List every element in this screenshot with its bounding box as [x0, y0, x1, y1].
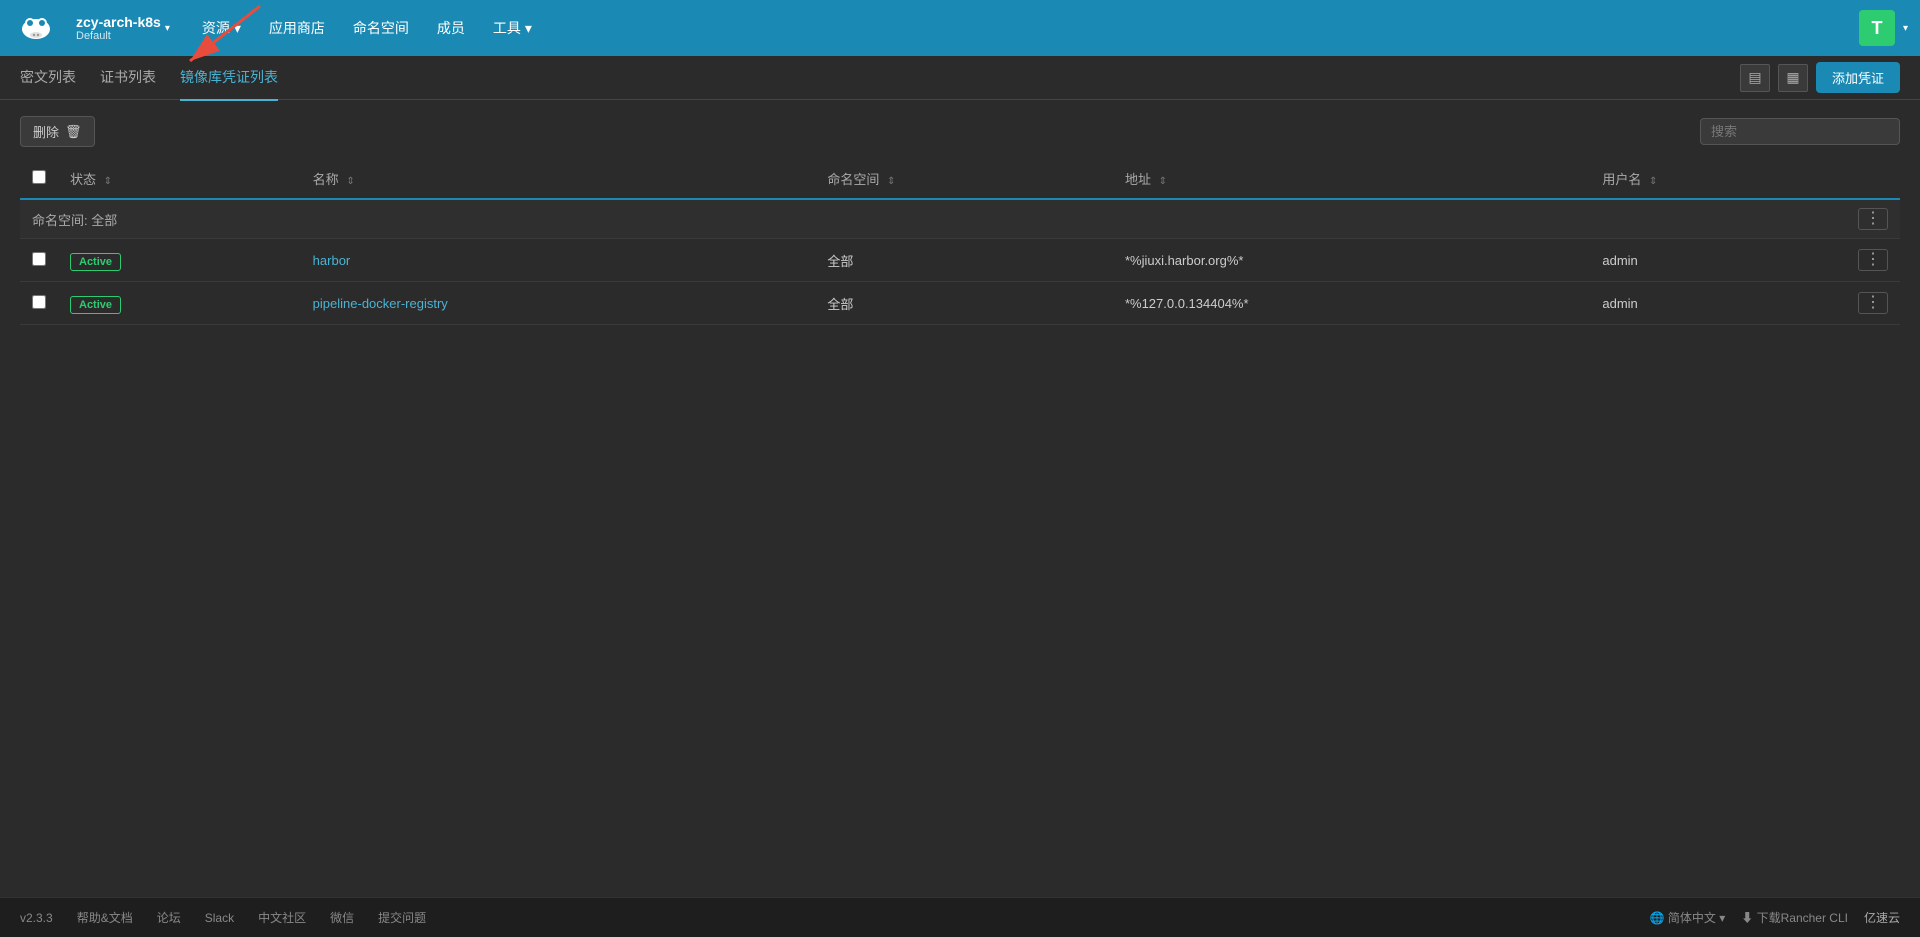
nav-item-resources-arrow: ▾	[234, 20, 241, 37]
view-grid-btn[interactable]: ▤	[1740, 64, 1770, 92]
tab-secrets-label: 密文列表	[20, 69, 76, 85]
row-status-harbor: Active	[58, 239, 301, 282]
delete-label: 删除	[33, 122, 59, 141]
language-arrow: ▾	[1719, 911, 1725, 925]
group-more-btn[interactable]: ⋮	[1858, 208, 1888, 230]
footer: v2.3.3 帮助&文档 论坛 Slack 中文社区 微信 提交问题 🌐 简体中…	[0, 897, 1920, 937]
sort-name-icon[interactable]: ⇕	[346, 176, 354, 187]
footer-chinese-community[interactable]: 中文社区	[258, 909, 306, 926]
footer-submit-issue[interactable]: 提交问题	[378, 909, 426, 926]
row-checkbox-harbor[interactable]	[32, 252, 46, 266]
cluster-name: zcy-arch-k8s	[76, 14, 161, 30]
main-content: 删除 🗑 状态 ⇕ 名称 ⇕ 命名空间	[0, 100, 1920, 897]
footer-version: v2.3.3	[20, 911, 53, 925]
delete-button[interactable]: 删除 🗑	[20, 116, 95, 147]
sort-namespace-icon[interactable]: ⇕	[887, 176, 895, 187]
col-header-name: 名称 ⇕	[301, 159, 816, 199]
top-nav: zcy-arch-k8s Default ▾ 资源 ▾ 应用商店 命名空间 成员…	[0, 0, 1920, 56]
cluster-selector[interactable]: zcy-arch-k8s Default ▾	[68, 10, 178, 46]
toolbar-right: ▤ ▦ 添加凭证	[1740, 62, 1900, 93]
nav-item-members-label: 成员	[437, 18, 465, 38]
footer-right: 🌐 简体中文 ▾ ⬇ 下载Rancher CLI 亿速云	[1650, 909, 1900, 926]
nav-item-appstore-label: 应用商店	[269, 18, 325, 38]
nav-item-members[interactable]: 成员	[425, 12, 477, 44]
table-row: Active harbor 全部 *%jiuxi.harbor.org%* ad…	[20, 239, 1900, 282]
row-namespace-harbor: 全部	[815, 239, 1113, 282]
sort-status-icon[interactable]: ⇕	[104, 176, 112, 187]
sub-tabs-bar: 密文列表 证书列表 镜像库凭证列表 ▤ ▦ 添加凭证	[0, 56, 1920, 100]
sort-username-icon[interactable]: ⇕	[1649, 176, 1657, 187]
status-badge-pipeline: Active	[70, 296, 121, 314]
col-header-address: 地址 ⇕	[1113, 159, 1590, 199]
cluster-default: Default	[76, 30, 161, 42]
row-name-pipeline: pipeline-docker-registry	[301, 282, 816, 325]
footer-language[interactable]: 🌐 简体中文 ▾	[1650, 909, 1726, 926]
row-username-pipeline: admin	[1590, 282, 1846, 325]
grid-icon: ▤	[1748, 69, 1761, 86]
row-name-harbor: harbor	[301, 239, 816, 282]
nav-item-tools-arrow: ▾	[525, 20, 532, 37]
row-namespace-pipeline: 全部	[815, 282, 1113, 325]
tab-registry-creds-label: 镜像库凭证列表	[180, 69, 278, 85]
search-box	[1700, 118, 1900, 145]
table-body: 命名空间: 全部 ⋮ Active harbor 全部 *%jiuxi.harb…	[20, 199, 1900, 325]
footer-slack[interactable]: Slack	[205, 911, 234, 925]
list-icon: ▦	[1786, 69, 1799, 86]
status-badge-harbor: Active	[70, 253, 121, 271]
nav-item-namespace[interactable]: 命名空间	[341, 12, 421, 44]
row-name-link-pipeline[interactable]: pipeline-docker-registry	[313, 296, 448, 311]
nav-item-appstore[interactable]: 应用商店	[257, 12, 337, 44]
search-input[interactable]	[1700, 118, 1900, 145]
nav-items: 资源 ▾ 应用商店 命名空间 成员 工具 ▾	[190, 12, 544, 44]
add-credential-button[interactable]: 添加凭证	[1816, 62, 1900, 93]
footer-download-text: 下载Rancher CLI	[1757, 911, 1848, 925]
nav-item-resources-label: 资源	[202, 18, 230, 38]
nav-item-resources[interactable]: 资源 ▾	[190, 12, 253, 44]
row-more-btn-pipeline[interactable]: ⋮	[1858, 292, 1888, 314]
trash-icon: 🗑	[65, 124, 82, 140]
tab-registry-creds[interactable]: 镜像库凭证列表	[180, 55, 278, 101]
table-row: Active pipeline-docker-registry 全部 *%127…	[20, 282, 1900, 325]
col-header-username: 用户名 ⇕	[1590, 159, 1846, 199]
tab-certs-label: 证书列表	[100, 69, 156, 85]
select-all-checkbox[interactable]	[32, 170, 46, 184]
table-toolbar: 删除 🗑	[20, 116, 1900, 147]
footer-wechat[interactable]: 微信	[330, 909, 354, 926]
cluster-dropdown-icon: ▾	[165, 23, 170, 34]
nav-item-namespace-label: 命名空间	[353, 18, 409, 38]
row-username-harbor: admin	[1590, 239, 1846, 282]
row-address-harbor: *%jiuxi.harbor.org%*	[1113, 239, 1590, 282]
row-name-link-harbor[interactable]: harbor	[313, 253, 351, 268]
user-dropdown-icon: ▾	[1903, 23, 1908, 34]
view-list-btn[interactable]: ▦	[1778, 64, 1808, 92]
footer-download-cli[interactable]: ⬇ 下载Rancher CLI	[1741, 909, 1848, 926]
footer-forum[interactable]: 论坛	[157, 909, 181, 926]
footer-help[interactable]: 帮助&文档	[77, 909, 133, 926]
footer-language-text: 简体中文	[1668, 911, 1716, 925]
tab-secrets[interactable]: 密文列表	[20, 55, 76, 101]
row-more-btn-harbor[interactable]: ⋮	[1858, 249, 1888, 271]
row-status-pipeline: Active	[58, 282, 301, 325]
row-address-pipeline: *%127.0.0.134404%*	[1113, 282, 1590, 325]
globe-icon: 🌐	[1650, 911, 1665, 925]
group-label: 命名空间: 全部	[32, 210, 117, 229]
user-avatar[interactable]: T	[1859, 10, 1895, 46]
col-header-namespace: 命名空间 ⇕	[815, 159, 1113, 199]
nav-item-tools-label: 工具	[493, 18, 521, 38]
download-icon: ⬇	[1741, 911, 1753, 925]
col-header-status: 状态 ⇕	[58, 159, 301, 199]
nav-item-tools[interactable]: 工具 ▾	[481, 12, 544, 44]
tab-certs[interactable]: 证书列表	[100, 55, 156, 101]
footer-brand: 亿速云	[1864, 909, 1900, 926]
row-checkbox-pipeline[interactable]	[32, 295, 46, 309]
table-header: 状态 ⇕ 名称 ⇕ 命名空间 ⇕ 地址 ⇕ 用户名 ⇕	[20, 159, 1900, 199]
logo[interactable]	[12, 9, 68, 48]
group-row-all-namespaces: 命名空间: 全部 ⋮	[20, 199, 1900, 239]
credentials-table: 状态 ⇕ 名称 ⇕ 命名空间 ⇕ 地址 ⇕ 用户名 ⇕	[20, 159, 1900, 325]
sort-address-icon[interactable]: ⇕	[1159, 176, 1167, 187]
user-avatar-text: T	[1871, 18, 1882, 39]
